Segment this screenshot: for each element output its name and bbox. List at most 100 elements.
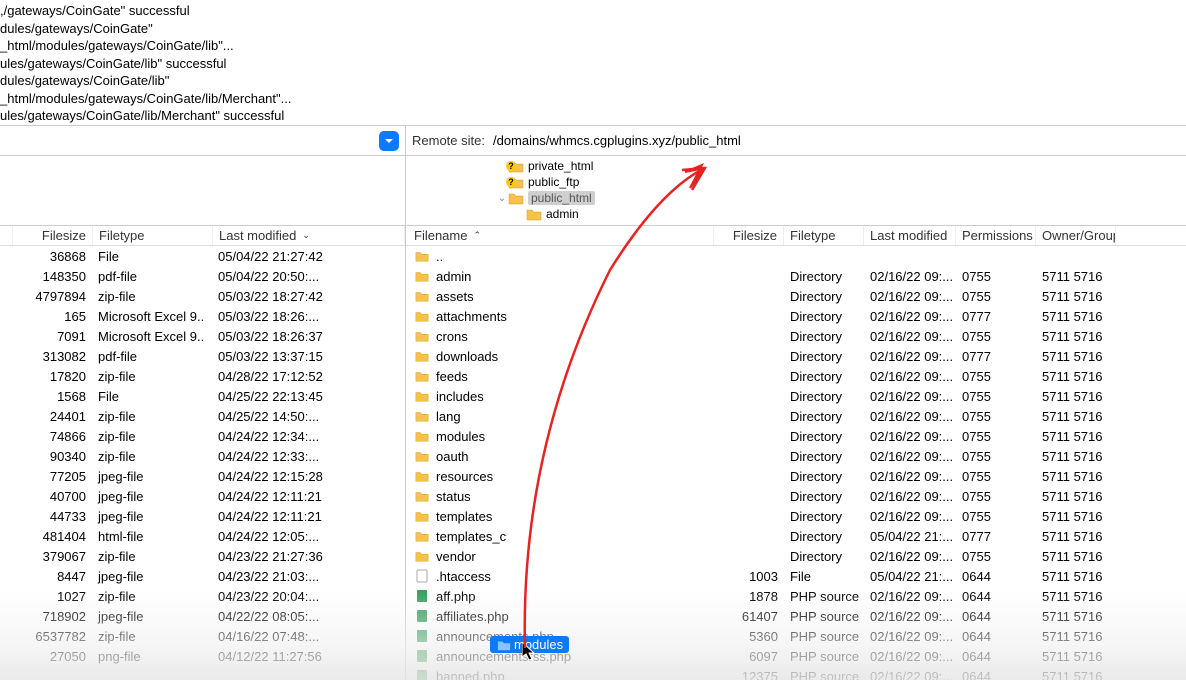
- file-row[interactable]: oauthDirectory02/16/22 09:...07555711 57…: [406, 446, 1186, 466]
- folder-icon: [414, 429, 430, 443]
- file-row[interactable]: 379067zip-file04/23/22 21:27:36: [0, 546, 405, 566]
- cell-permissions: 0755: [956, 266, 1036, 286]
- folder-icon: [414, 529, 430, 543]
- cell-modified: 02/16/22 09:...: [864, 466, 956, 486]
- folder-icon: [414, 389, 430, 403]
- cell-owner: 5711 5716: [1036, 426, 1116, 446]
- tree-node[interactable]: admin: [406, 206, 1186, 222]
- file-row[interactable]: templates_cDirectory05/04/22 21:...07775…: [406, 526, 1186, 546]
- cell-modified: 04/22/22 08:05:...: [212, 606, 405, 626]
- folder-icon: [508, 191, 524, 205]
- cell-owner: 5711 5716: [1036, 406, 1116, 426]
- cell-permissions: 0777: [956, 526, 1036, 546]
- local-site-dropdown-button[interactable]: [379, 131, 399, 151]
- cell-owner: 5711 5716: [1036, 646, 1116, 666]
- file-row[interactable]: 90340zip-file04/24/22 12:33:...: [0, 446, 405, 466]
- file-row[interactable]: 7091Microsoft Excel 9..05/03/22 18:26:37: [0, 326, 405, 346]
- cell-type: zip-file: [92, 366, 212, 386]
- file-row[interactable]: vendorDirectory02/16/22 09:...07555711 5…: [406, 546, 1186, 566]
- file-row[interactable]: 44733jpeg-file04/24/22 12:11:21: [0, 506, 405, 526]
- cell-type: zip-file: [92, 426, 212, 446]
- file-row[interactable]: 1027zip-file04/23/22 20:04:...: [0, 586, 405, 606]
- cell-type: html-file: [92, 526, 212, 546]
- col-header-filetype[interactable]: Filetype: [93, 226, 213, 245]
- file-row[interactable]: resourcesDirectory02/16/22 09:...0755571…: [406, 466, 1186, 486]
- file-row[interactable]: assetsDirectory02/16/22 09:...07555711 5…: [406, 286, 1186, 306]
- file-row[interactable]: 718902jpeg-file04/22/22 08:05:...: [0, 606, 405, 626]
- local-tree[interactable]: [0, 156, 406, 225]
- remote-site-path-input[interactable]: [493, 133, 1180, 148]
- cell-permissions: 0644: [956, 666, 1036, 680]
- remote-tree[interactable]: ?private_html?public_ftp⌄public_htmladmi…: [406, 156, 1186, 225]
- folder-icon: [414, 249, 430, 263]
- cell-type: File: [784, 566, 864, 586]
- cell-permissions: 0644: [956, 626, 1036, 646]
- file-row[interactable]: 313082pdf-file05/03/22 13:37:15: [0, 346, 405, 366]
- local-file-list[interactable]: Filesize Filetype Last modified⌄ 36868Fi…: [0, 226, 406, 680]
- cell-modified: 05/04/22 21:27:42: [212, 246, 405, 266]
- local-file-header[interactable]: Filesize Filetype Last modified⌄: [0, 226, 405, 246]
- folder-question-icon: ?: [508, 175, 524, 189]
- file-row[interactable]: 17820zip-file04/28/22 17:12:52: [0, 366, 405, 386]
- col-header-permissions[interactable]: Permissions: [956, 226, 1036, 245]
- file-row[interactable]: 4797894zip-file05/03/22 18:27:42: [0, 286, 405, 306]
- tree-node[interactable]: ?private_html: [406, 158, 1186, 174]
- file-row[interactable]: adminDirectory02/16/22 09:...07555711 57…: [406, 266, 1186, 286]
- file-row[interactable]: includesDirectory02/16/22 09:...07555711…: [406, 386, 1186, 406]
- file-row[interactable]: cronsDirectory02/16/22 09:...07555711 57…: [406, 326, 1186, 346]
- file-row[interactable]: 165Microsoft Excel 9..05/03/22 18:26:...: [0, 306, 405, 326]
- remote-file-list[interactable]: Filename⌃ Filesize Filetype Last modifie…: [406, 226, 1186, 680]
- cell-size: [714, 526, 784, 546]
- col-header-owner-group[interactable]: Owner/Group: [1036, 226, 1116, 245]
- cell-owner: 5711 5716: [1036, 586, 1116, 606]
- tree-node[interactable]: ?public_ftp: [406, 174, 1186, 190]
- file-row[interactable]: modulesDirectory02/16/22 09:...07555711 …: [406, 426, 1186, 446]
- cell-modified: 02/16/22 09:...: [864, 626, 956, 646]
- cell-modified: 04/25/22 14:50:...: [212, 406, 405, 426]
- file-row[interactable]: 24401zip-file04/25/22 14:50:...: [0, 406, 405, 426]
- file-row[interactable]: ..: [406, 246, 1186, 266]
- cell-size: 313082: [12, 346, 92, 366]
- file-row[interactable]: affiliates.php61407PHP source02/16/22 09…: [406, 606, 1186, 626]
- col-header-filesize[interactable]: Filesize: [714, 226, 784, 245]
- tree-node[interactable]: ⌄public_html: [406, 190, 1186, 206]
- file-row[interactable]: 40700jpeg-file04/24/22 12:11:21: [0, 486, 405, 506]
- cell-size: [714, 426, 784, 446]
- col-header-last-modified[interactable]: Last modified: [864, 226, 956, 245]
- file-row[interactable]: langDirectory02/16/22 09:...07555711 571…: [406, 406, 1186, 426]
- file-row[interactable]: downloadsDirectory02/16/22 09:...0777571…: [406, 346, 1186, 366]
- cell-modified: 02/16/22 09:...: [864, 426, 956, 446]
- col-header-filename[interactable]: Filename⌃: [406, 226, 714, 245]
- file-row[interactable]: 481404html-file04/24/22 12:05:...: [0, 526, 405, 546]
- file-row[interactable]: aff.php1878PHP source02/16/22 09:...0644…: [406, 586, 1186, 606]
- file-row[interactable]: 6537782zip-file04/16/22 07:48:...: [0, 626, 405, 646]
- file-row[interactable]: 77205jpeg-file04/24/22 12:15:28: [0, 466, 405, 486]
- cell-size: [714, 386, 784, 406]
- file-row[interactable]: .htaccess1003File05/04/22 21:...06445711…: [406, 566, 1186, 586]
- file-row[interactable]: 74866zip-file04/24/22 12:34:...: [0, 426, 405, 446]
- cell-name: ..: [406, 246, 714, 266]
- file-row[interactable]: feedsDirectory02/16/22 09:...07555711 57…: [406, 366, 1186, 386]
- file-row[interactable]: attachmentsDirectory02/16/22 09:...07775…: [406, 306, 1186, 326]
- cell-permissions: 0644: [956, 646, 1036, 666]
- remote-file-header[interactable]: Filename⌃ Filesize Filetype Last modifie…: [406, 226, 1186, 246]
- file-row[interactable]: 36868File05/04/22 21:27:42: [0, 246, 405, 266]
- col-header-last-modified[interactable]: Last modified⌄: [213, 226, 405, 245]
- file-row[interactable]: 27050png-file04/12/22 11:27:56: [0, 646, 405, 666]
- cell-permissions: 0755: [956, 546, 1036, 566]
- file-row[interactable]: templatesDirectory02/16/22 09:...0755571…: [406, 506, 1186, 526]
- sort-asc-icon: ⌃: [473, 230, 481, 241]
- col-header-filesize[interactable]: Filesize: [13, 226, 93, 245]
- file-row[interactable]: banned.php12375PHP source02/16/22 09:...…: [406, 666, 1186, 680]
- file-row[interactable]: 148350pdf-file05/04/22 20:50:...: [0, 266, 405, 286]
- file-row[interactable]: 1568File04/25/22 22:13:45: [0, 386, 405, 406]
- cell-owner: 5711 5716: [1036, 666, 1116, 680]
- cell-name: admin: [406, 266, 714, 286]
- cell-type: Directory: [784, 306, 864, 326]
- chevron-icon[interactable]: ⌄: [496, 193, 508, 204]
- file-row[interactable]: statusDirectory02/16/22 09:...07555711 5…: [406, 486, 1186, 506]
- cell-name: downloads: [406, 346, 714, 366]
- cell-type: png-file: [92, 646, 212, 666]
- col-header-filetype[interactable]: Filetype: [784, 226, 864, 245]
- file-row[interactable]: 8447jpeg-file04/23/22 21:03:...: [0, 566, 405, 586]
